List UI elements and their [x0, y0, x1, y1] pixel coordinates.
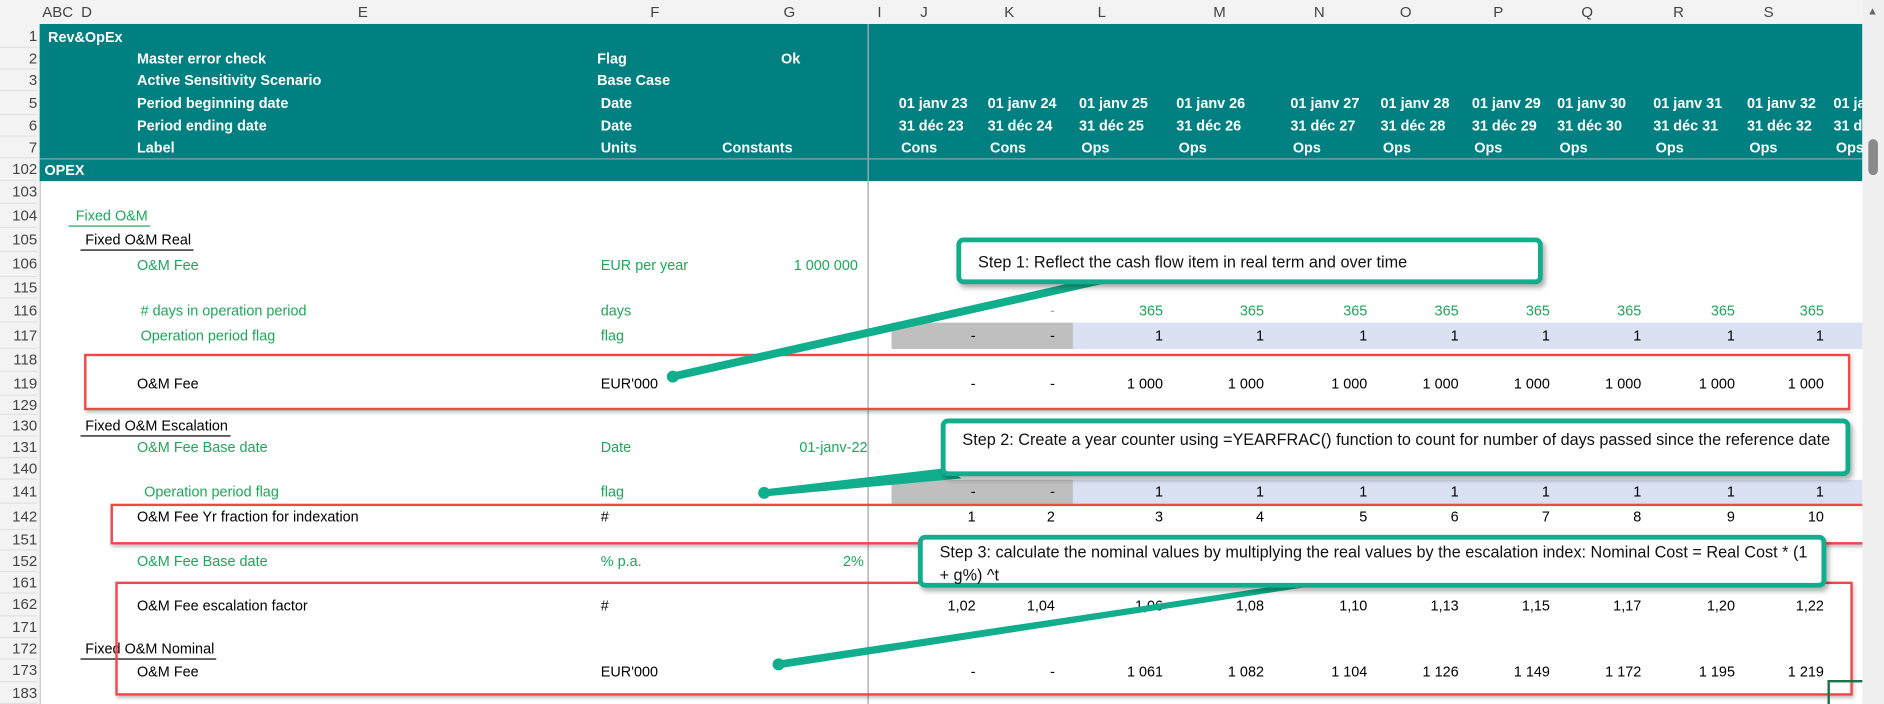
callout-step1: Step 1: Reflect the cash flow item in re… — [956, 237, 1543, 285]
connector-dot-step3 — [772, 658, 785, 671]
connector-dot-step2 — [758, 486, 771, 499]
callout-step2: Step 2: Create a year counter using =YEA… — [940, 418, 1851, 477]
connector-step3 — [776, 582, 1334, 669]
vertical-scrollbar[interactable]: ▲ — [1862, 0, 1884, 704]
callout-step3: Step 3: calculate the nominal values by … — [917, 534, 1827, 588]
connector-step1 — [670, 280, 1118, 381]
connector-step2 — [764, 467, 962, 497]
callout-connectors — [666, 280, 1334, 671]
connector-dot-step1 — [666, 370, 679, 383]
scrollbar-thumb[interactable] — [1868, 139, 1878, 176]
active-cell-selection[interactable] — [1827, 680, 1864, 704]
scroll-up-arrow-icon[interactable]: ▲ — [1867, 5, 1878, 17]
spreadsheet-window: ABC D E F G I JKLMNOPQRS 1 2 3 5 6 7 102 103 104… — [0, 0, 1884, 704]
